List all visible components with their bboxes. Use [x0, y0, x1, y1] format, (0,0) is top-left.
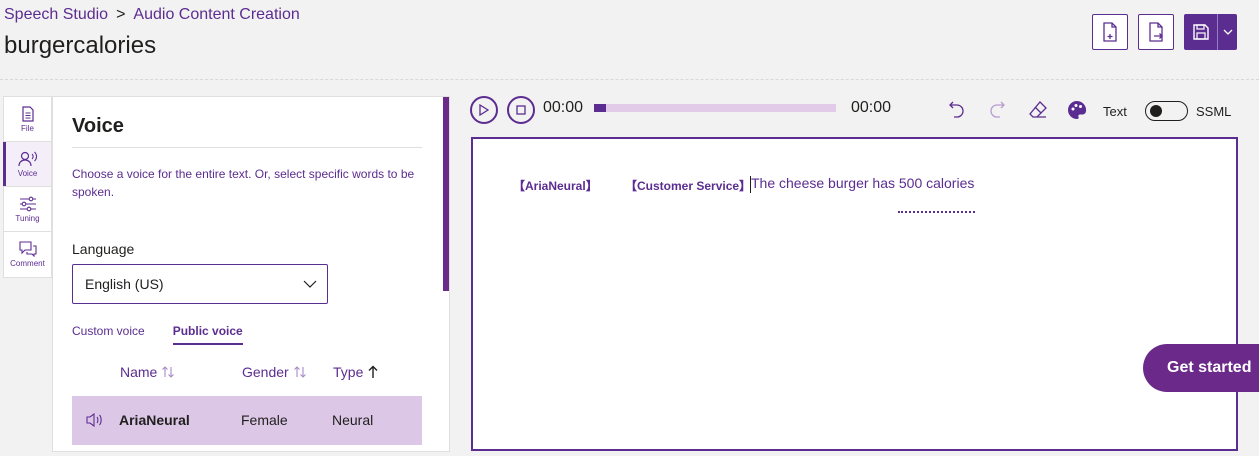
save-dropdown[interactable] [1218, 29, 1237, 35]
side-tab-strip: File Voice Tuning Comment [3, 96, 52, 278]
audio-player: 00:00 00:00 Text SSML [470, 94, 1240, 126]
column-type[interactable]: Type [333, 364, 379, 380]
eraser-icon[interactable] [1028, 100, 1048, 120]
save-button[interactable] [1184, 14, 1237, 50]
save-main[interactable] [1184, 14, 1218, 50]
header-divider [0, 79, 1259, 80]
sort-ascending-icon [368, 365, 378, 378]
tab-comment[interactable]: Comment [4, 232, 51, 277]
language-dropdown[interactable]: English (US) [72, 264, 328, 304]
new-file-button[interactable] [1092, 14, 1128, 50]
ssml-mode-label[interactable]: SSML [1196, 104, 1231, 119]
panel-description: Choose a voice for the entire text. Or, … [72, 167, 415, 199]
column-name[interactable]: Name [120, 364, 175, 380]
panel-title: Voice [72, 115, 124, 137]
stop-button[interactable] [507, 96, 535, 124]
editor-content[interactable]: The cheese burger has 500 calories [751, 175, 974, 191]
tab-file-label: File [21, 123, 34, 133]
column-type-label: Type [333, 364, 364, 380]
play-button[interactable] [470, 96, 498, 124]
panel-divider [72, 147, 422, 148]
undo-icon[interactable] [948, 100, 966, 120]
style-tag[interactable]: 【Customer Service】 [625, 177, 751, 194]
tuning-icon [19, 196, 36, 211]
voice-icon [17, 151, 37, 166]
speaker-icon[interactable] [85, 412, 105, 428]
tab-tuning-label: Tuning [15, 213, 40, 223]
language-label: Language [72, 241, 135, 257]
play-icon [479, 104, 489, 116]
column-name-label: Name [120, 364, 158, 380]
breadcrumb-current[interactable]: Audio Content Creation [133, 6, 299, 24]
ssml-toggle[interactable] [1145, 101, 1188, 121]
export-file-icon [1149, 22, 1163, 42]
comment-icon [18, 241, 37, 257]
toggle-knob [1150, 105, 1162, 117]
tab-comment-label: Comment [10, 259, 45, 268]
panel-scrollbar[interactable] [443, 97, 449, 291]
tab-voice-label: Voice [17, 168, 38, 178]
get-started-button[interactable]: Get started [1143, 344, 1259, 392]
chevron-down-icon [1223, 29, 1232, 35]
top-actions [1092, 14, 1237, 50]
total-time: 00:00 [851, 99, 892, 116]
export-file-button[interactable] [1138, 14, 1174, 50]
breadcrumb: Speech Studio > Audio Content Creation [4, 6, 300, 24]
page-title: burgercalories [4, 32, 157, 59]
tab-tuning[interactable]: Tuning [4, 187, 51, 232]
language-value: English (US) [85, 276, 164, 292]
file-icon [21, 105, 34, 122]
sort-icon [162, 366, 175, 378]
redo-icon[interactable] [988, 100, 1006, 120]
tab-file[interactable]: File [4, 97, 51, 142]
chevron-down-icon [303, 280, 317, 288]
voice-row[interactable]: AriaNeural Female Neural [72, 396, 422, 445]
tab-custom-voice[interactable]: Custom voice [72, 324, 145, 345]
progress-bar[interactable] [594, 104, 836, 112]
text-mode-label[interactable]: Text [1103, 104, 1127, 119]
tab-public-voice[interactable]: Public voice [172, 324, 243, 345]
progress-fill [594, 104, 607, 112]
text-editor[interactable]: 【AriaNeural】 【Customer Service】 The chee… [471, 137, 1238, 451]
voice-panel: Voice Choose a voice for the entire text… [52, 96, 450, 452]
current-time: 00:00 [543, 99, 584, 116]
voice-table-header: Name Gender Type [53, 362, 423, 386]
breadcrumb-root[interactable]: Speech Studio [4, 6, 108, 24]
voice-type-tabs: Custom voice Public voice [72, 324, 243, 345]
sort-icon [293, 366, 306, 378]
spelling-underline [898, 210, 975, 213]
new-file-icon [1103, 22, 1117, 42]
column-gender[interactable]: Gender [242, 364, 307, 380]
voice-tag[interactable]: 【AriaNeural】 [513, 177, 598, 194]
save-icon [1192, 24, 1209, 40]
stop-icon [516, 105, 526, 115]
voice-type: Neural [332, 412, 374, 428]
voice-gender: Female [241, 412, 288, 428]
column-gender-label: Gender [242, 364, 289, 380]
palette-icon[interactable] [1067, 100, 1087, 120]
breadcrumb-separator: > [116, 6, 126, 23]
voice-name: AriaNeural [119, 412, 190, 428]
tab-voice[interactable]: Voice [3, 142, 51, 187]
